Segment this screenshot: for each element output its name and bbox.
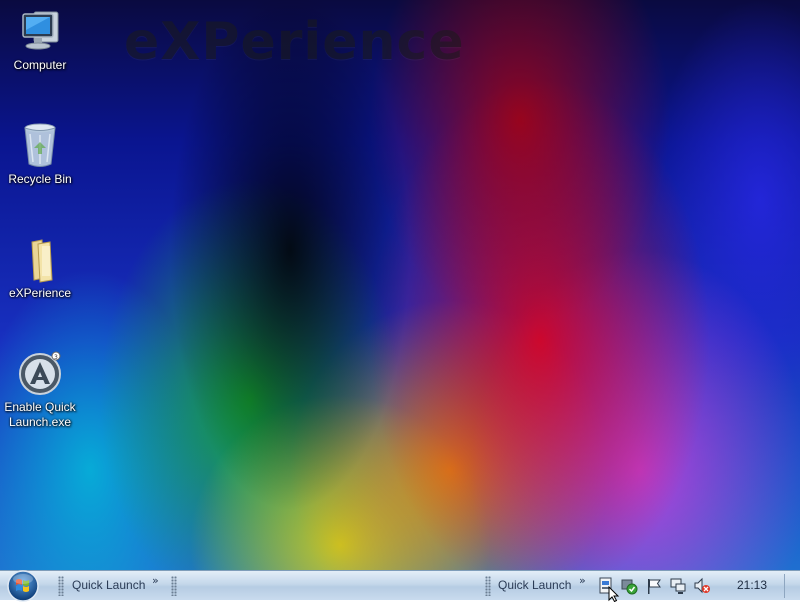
security-shield-icon[interactable] <box>620 577 638 595</box>
chevron-double-right-icon[interactable]: » <box>579 574 586 587</box>
quick-launch-toolbar-label[interactable]: Quick Launch <box>72 578 145 592</box>
computer-icon <box>16 8 64 56</box>
volume-muted-icon[interactable] <box>693 577 711 595</box>
recycle-bin-icon <box>16 122 64 170</box>
desktop-icon-recycle-bin[interactable]: Recycle Bin <box>0 122 80 187</box>
svg-text:3: 3 <box>54 354 58 361</box>
clock[interactable]: 21:13 <box>737 578 767 592</box>
app-exe-icon: 3 <box>16 350 64 398</box>
network-icon[interactable] <box>669 577 687 595</box>
desktop-icon-label: eXPerience <box>8 286 72 300</box>
start-button[interactable] <box>4 568 42 602</box>
taskbar: Quick Launch » Quick Launch » 21:13 <box>0 568 800 602</box>
toolbar-grip[interactable] <box>58 576 64 596</box>
desktop-icon-label-line2: Launch.exe <box>8 415 72 429</box>
chevron-double-right-icon[interactable]: » <box>152 574 159 587</box>
quick-launch-toolbar-label[interactable]: Quick Launch <box>498 578 571 592</box>
desktop-icon-label: Computer <box>13 58 67 72</box>
toolbar-grip[interactable] <box>485 576 491 596</box>
desktop-icon-experience-folder[interactable]: eXPerience <box>0 236 80 301</box>
toolbar-grip[interactable] <box>171 576 177 596</box>
desktop[interactable]: eXPerience Computer Recycle Bin eXPerien… <box>0 0 800 570</box>
desktop-icon-enable-quick-launch[interactable]: 3 Enable Quick Launch.exe <box>0 350 80 430</box>
windows-orb-icon <box>7 570 39 602</box>
action-center-flag-icon[interactable] <box>645 577 663 595</box>
show-desktop-divider[interactable] <box>784 574 785 598</box>
desktop-icon-label: Enable Quick <box>4 400 76 414</box>
folder-icon <box>16 236 64 284</box>
desktop-icon-label: Recycle Bin <box>8 172 72 186</box>
desktop-icon-computer[interactable]: Computer <box>0 8 80 73</box>
wallpaper-watermark: eXPerience <box>124 12 465 72</box>
